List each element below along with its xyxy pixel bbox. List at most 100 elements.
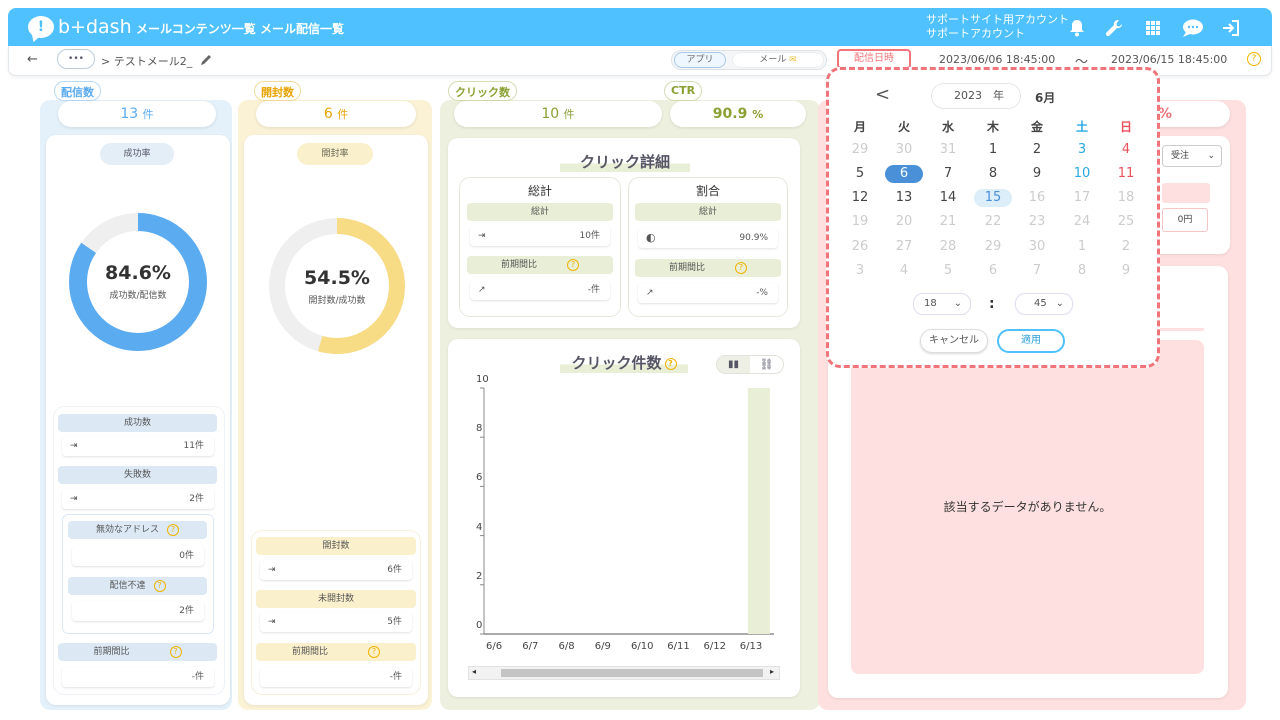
fail-count-text: 2件 bbox=[189, 494, 204, 504]
calendar-day[interactable]: 4 bbox=[885, 262, 923, 280]
calendar-day[interactable]: 5 bbox=[841, 165, 879, 183]
help-icon[interactable]: ? bbox=[1247, 52, 1261, 66]
success-count-value: ⇥ 11件 bbox=[62, 436, 214, 456]
calendar-day[interactable]: 12 bbox=[841, 189, 879, 207]
calendar-day[interactable]: 23 bbox=[1018, 213, 1056, 231]
date-from[interactable]: 2023/06/06 18:45:00 bbox=[939, 53, 1055, 66]
calendar-day[interactable]: 16 bbox=[1018, 189, 1056, 207]
chat-icon[interactable] bbox=[1180, 18, 1206, 38]
calendar-day[interactable]: 3 bbox=[1063, 141, 1101, 159]
calendar-day[interactable]: 22 bbox=[974, 213, 1012, 231]
scroll-right-arrow[interactable]: ▸ bbox=[770, 667, 774, 676]
calendar-day[interactable]: 2 bbox=[1107, 238, 1145, 256]
hour-select[interactable]: 18 ⌄ bbox=[913, 293, 971, 315]
door-icon: ⇥ bbox=[70, 494, 78, 504]
scroll-thumb[interactable] bbox=[501, 669, 763, 677]
calendar-day[interactable]: 25 bbox=[1107, 213, 1145, 231]
calendar-day[interactable]: 29 bbox=[841, 141, 879, 159]
link-icon[interactable]: ⛓ bbox=[750, 356, 783, 373]
calendar-day[interactable]: 3 bbox=[841, 262, 879, 280]
calendar-day[interactable]: 19 bbox=[841, 213, 879, 231]
click-chart-title: クリック件数? bbox=[560, 352, 688, 373]
date-label[interactable]: 配信日時 bbox=[837, 49, 911, 69]
click-total-title: 総計 bbox=[527, 184, 552, 198]
scroll-left-arrow[interactable]: ◂ bbox=[472, 667, 476, 676]
help-icon[interactable]: ? bbox=[153, 579, 166, 592]
calendar-day[interactable]: 17 bbox=[1063, 189, 1101, 207]
success-rate-label: 成功率 bbox=[100, 143, 174, 165]
calendar-day[interactable]: 10 bbox=[1063, 165, 1101, 183]
bell-icon[interactable] bbox=[1066, 18, 1088, 38]
help-icon[interactable]: ? bbox=[664, 357, 677, 370]
calendar-day[interactable]: 20 bbox=[885, 213, 923, 231]
toggle-app[interactable]: アプリ bbox=[674, 52, 726, 68]
minute-select[interactable]: 45 ⌄ bbox=[1015, 293, 1073, 315]
calendar-day[interactable]: 28 bbox=[929, 238, 967, 256]
chart-bar[interactable] bbox=[747, 388, 770, 634]
opens-count-text: 6件 bbox=[387, 565, 402, 575]
date-to[interactable]: 2023/06/15 18:45:00 bbox=[1111, 53, 1227, 66]
calendar-day[interactable]: 1 bbox=[974, 141, 1012, 159]
calendar-day[interactable]: 15 bbox=[974, 189, 1012, 207]
grid-icon[interactable] bbox=[1142, 18, 1164, 38]
calendar-day[interactable]: 5 bbox=[929, 262, 967, 280]
year-select[interactable]: 2023 年 bbox=[931, 83, 1021, 109]
success-rate-sub: 成功数/配信数 bbox=[109, 291, 167, 301]
calendar-day[interactable]: 30 bbox=[885, 141, 923, 159]
account-line1: サポートサイト用アカウント bbox=[926, 13, 1069, 26]
calendar-day[interactable]: 29 bbox=[974, 238, 1012, 256]
more-button[interactable]: ••• bbox=[57, 49, 95, 69]
calendar-day[interactable]: 9 bbox=[1018, 165, 1056, 183]
back-button[interactable]: ← bbox=[27, 52, 38, 67]
nav-mail-contents[interactable]: メールコンテンツ一覧 bbox=[136, 20, 256, 37]
calendar-day[interactable]: 7 bbox=[1018, 262, 1056, 280]
help-icon[interactable]: ? bbox=[735, 261, 747, 274]
prev-month-button[interactable]: < bbox=[875, 84, 890, 105]
nav-mail-deliveries[interactable]: メール配信一覧 bbox=[260, 20, 344, 37]
help-icon[interactable]: ? bbox=[567, 258, 579, 271]
chart-mode-toggle[interactable]: ▮▮ ⛓ bbox=[716, 355, 784, 374]
conversion-type-select[interactable]: 受注 ⌄ bbox=[1162, 145, 1222, 167]
calendar-day[interactable]: 2 bbox=[1018, 141, 1056, 159]
chart-scrollbar[interactable]: ◂ ▸ bbox=[468, 666, 780, 680]
empty-state: 該当するデータがありません。 bbox=[851, 340, 1204, 674]
logout-icon[interactable] bbox=[1220, 18, 1242, 38]
calendar-day[interactable]: 24 bbox=[1063, 213, 1101, 231]
help-icon[interactable]: ? bbox=[368, 645, 380, 658]
account-name[interactable]: サポートサイト用アカウント サポートアカウント bbox=[926, 13, 1069, 41]
help-icon[interactable]: ? bbox=[169, 645, 182, 658]
app-mail-toggle[interactable]: アプリ メール ✉ bbox=[671, 50, 827, 70]
calendar-day[interactable]: 14 bbox=[929, 189, 967, 207]
weekday-header: 金 bbox=[1030, 120, 1043, 134]
calendar-day[interactable]: 27 bbox=[885, 238, 923, 256]
calendar-day[interactable]: 21 bbox=[929, 213, 967, 231]
deliveries-prev-text: 前期間比 bbox=[93, 647, 130, 657]
cancel-button[interactable]: キャンセル bbox=[920, 329, 988, 353]
bar-chart-icon[interactable]: ▮▮ bbox=[717, 356, 750, 373]
calendar-day[interactable]: 18 bbox=[1107, 189, 1145, 207]
edit-icon[interactable] bbox=[199, 52, 213, 71]
calendar-day[interactable]: 6 bbox=[974, 262, 1012, 280]
calendar-day[interactable]: 6 bbox=[885, 165, 923, 183]
calendar-day[interactable]: 8 bbox=[1063, 262, 1101, 280]
calendar-day[interactable]: 13 bbox=[885, 189, 923, 207]
calendar-day[interactable]: 11 bbox=[1107, 165, 1145, 183]
calendar-day[interactable]: 9 bbox=[1107, 262, 1145, 280]
calendar-day[interactable]: 26 bbox=[841, 238, 879, 256]
x-tick-label: 6/6 bbox=[486, 641, 503, 652]
x-tick-label: 6/12 bbox=[703, 641, 726, 652]
calendar-day[interactable]: 30 bbox=[1018, 238, 1056, 256]
toggle-mail[interactable]: メール ✉ bbox=[732, 52, 824, 68]
apply-button[interactable]: 適用 bbox=[997, 329, 1065, 353]
wrench-icon[interactable] bbox=[1103, 18, 1125, 38]
click-chart-title-text: クリック件数 bbox=[571, 354, 662, 372]
calendar-day[interactable]: 1 bbox=[1063, 238, 1101, 256]
help-icon[interactable]: ? bbox=[167, 523, 179, 536]
logo[interactable]: ! b+dash bbox=[28, 13, 132, 41]
calendar-day[interactable]: 4 bbox=[1107, 141, 1145, 159]
ctr-value: 90.9 bbox=[712, 106, 748, 122]
calendar-day[interactable]: 7 bbox=[929, 165, 967, 183]
calendar-day[interactable]: 8 bbox=[974, 165, 1012, 183]
calendar-day[interactable]: 31 bbox=[929, 141, 967, 159]
door-icon: ⇥ bbox=[268, 565, 276, 575]
